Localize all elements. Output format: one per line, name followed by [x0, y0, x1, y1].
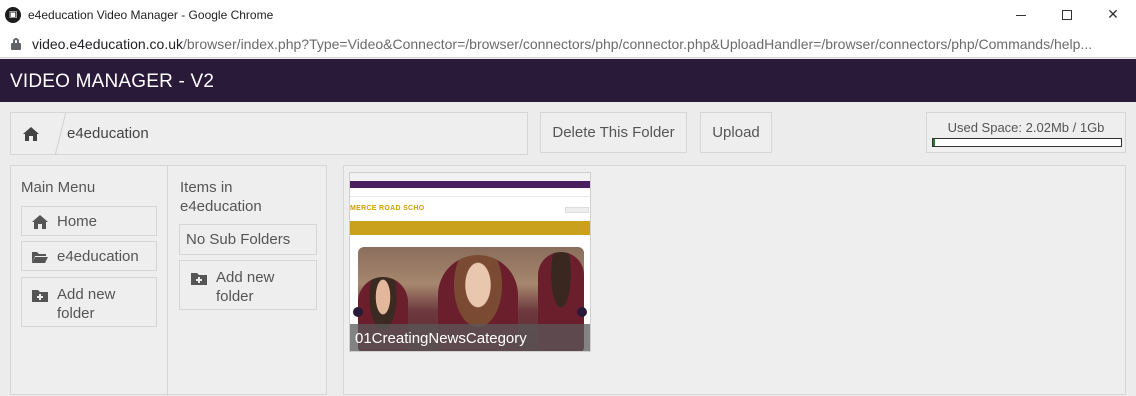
used-space-progress-fill — [933, 139, 935, 146]
breadcrumb-separator — [49, 113, 63, 154]
minimize-button[interactable] — [998, 0, 1044, 30]
thumbnail-browser-strip — [350, 173, 590, 181]
browser-title-bar: ▣ e4education Video Manager - Google Chr… — [0, 0, 1136, 30]
items-panel-title: Items in e4education — [180, 179, 262, 215]
menu-item-add-new-folder[interactable]: Add new folder — [21, 277, 157, 327]
thumbnail-sub-nav — [350, 188, 590, 197]
folder-open-icon — [31, 249, 49, 265]
breadcrumb-folder[interactable]: e4education — [67, 125, 149, 142]
video-caption-bar: 01CreatingNewsCategory — [350, 324, 590, 351]
close-window-button[interactable]: ✕ — [1090, 0, 1136, 30]
folder-plus-icon — [190, 271, 208, 287]
delete-folder-button[interactable]: Delete This Folder — [540, 112, 687, 153]
home-icon — [23, 126, 39, 141]
lock-icon[interactable] — [11, 38, 21, 50]
column-divider — [167, 166, 168, 396]
thumbnail-school-name: MERCE ROAD SCHO — [350, 205, 425, 212]
navigation-panel: Main Menu Home e4education Add new folde… — [10, 165, 327, 396]
breadcrumb: e4education — [10, 112, 528, 155]
menu-item-label: Home — [57, 213, 98, 230]
main-menu-title: Main Menu — [21, 179, 96, 196]
window-title: e4education Video Manager - Google Chrom… — [28, 8, 274, 22]
thumbnail-nav-bar — [350, 181, 590, 188]
thumbnail-next-arrow-icon — [577, 307, 587, 317]
maximize-icon — [1062, 10, 1072, 20]
menu-item-label: e4education — [57, 248, 139, 265]
used-space-label: Used Space: 2.02Mb / 1Gb — [947, 120, 1105, 135]
folder-plus-icon — [31, 288, 49, 304]
menu-item-home[interactable]: Home — [21, 206, 157, 236]
no-sub-folders-label: No Sub Folders — [179, 224, 317, 255]
add-new-folder-label: Add new folder — [216, 269, 275, 305]
url-text[interactable]: video.e4education.co.uk/browser/index.ph… — [32, 36, 1132, 52]
thumbnail-search-box — [565, 207, 589, 213]
menu-item-label: Add new folder — [57, 286, 116, 322]
video-caption: 01CreatingNewsCategory — [355, 330, 527, 347]
used-space-box: Used Space: 2.02Mb / 1Gb — [926, 112, 1126, 153]
add-new-folder-button[interactable]: Add new folder — [179, 260, 317, 310]
used-space-progress-bar — [932, 138, 1122, 147]
breadcrumb-home-button[interactable] — [11, 113, 51, 154]
home-icon — [31, 214, 49, 230]
app-title: VIDEO MANAGER - V2 — [10, 71, 215, 92]
video-thumbnail[interactable]: MERCE ROAD SCHO 01CreatingNewsCategory — [349, 172, 591, 352]
upload-button[interactable]: Upload — [700, 112, 772, 153]
maximize-button[interactable] — [1044, 0, 1090, 30]
minimize-icon — [1016, 14, 1026, 16]
menu-item-e4education[interactable]: e4education — [21, 241, 157, 271]
app-icon: ▣ — [5, 7, 21, 23]
address-bar[interactable]: video.e4education.co.uk/browser/index.ph… — [0, 30, 1136, 58]
thumbnail-prev-arrow-icon — [353, 307, 363, 317]
url-host: video.e4education.co.uk — [32, 36, 183, 52]
thumbnail-gold-menu — [350, 221, 590, 235]
app-header: VIDEO MANAGER - V2 — [0, 59, 1136, 102]
url-path: /browser/index.php?Type=Video&Connector=… — [183, 36, 1093, 52]
close-icon: ✕ — [1107, 7, 1119, 23]
